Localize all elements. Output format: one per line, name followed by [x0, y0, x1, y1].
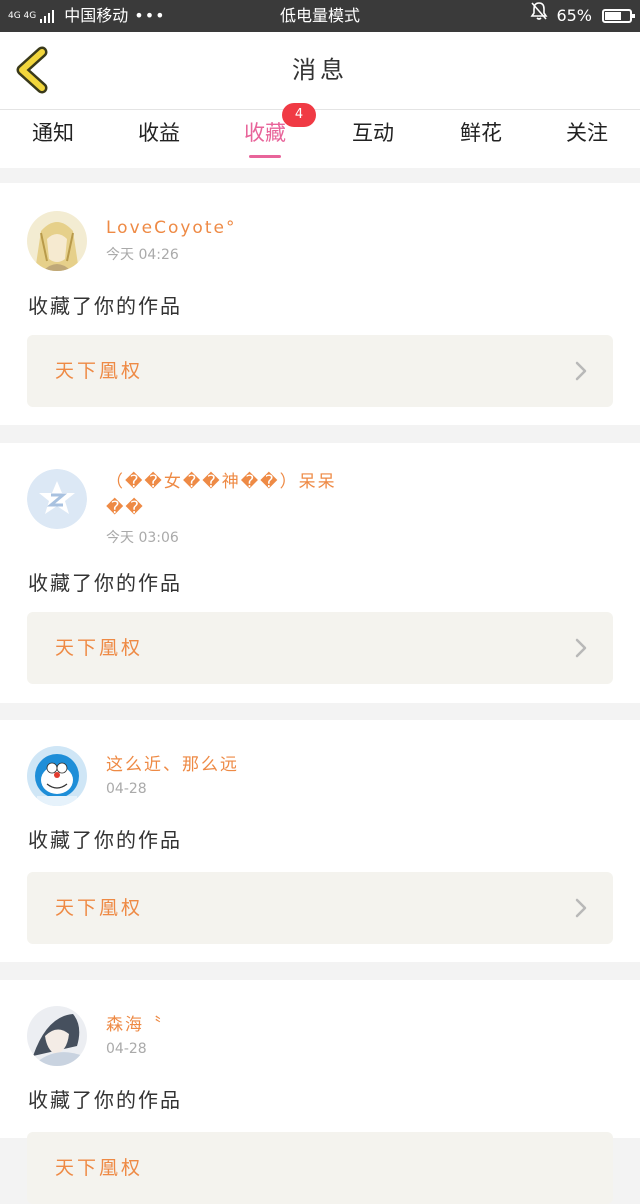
active-tab-indicator: [249, 155, 281, 158]
tab-label: 收藏: [244, 121, 286, 145]
message-time: 今天 03:06: [106, 530, 179, 546]
message-time: 04-28: [106, 1041, 147, 1057]
chevron-right-icon: [575, 361, 587, 381]
action-text: 收藏了你的作品: [28, 571, 182, 595]
battery-percent: 65%: [556, 6, 592, 25]
carrier-name: 中国移动: [64, 6, 129, 25]
anime-girl-avatar-icon: [27, 1006, 87, 1066]
chevron-right-icon: [575, 638, 587, 658]
action-text: 收藏了你的作品: [28, 828, 182, 852]
tab-earnings[interactable]: 收益: [106, 110, 212, 168]
signal-icon: [40, 9, 56, 23]
tab-label: 通知: [32, 121, 74, 145]
doraemon-avatar-icon: [27, 746, 87, 806]
work-link[interactable]: 天下凰权: [27, 335, 613, 407]
action-text: 收藏了你的作品: [28, 294, 182, 318]
tab-notice[interactable]: 通知: [0, 110, 106, 168]
avatar[interactable]: [27, 469, 87, 529]
work-title: 天下凰权: [55, 637, 144, 659]
user-name[interactable]: 森海〝: [106, 1012, 366, 1038]
status-bar: 4G 4G 中国移动 ••• 低电量模式 65%: [0, 0, 640, 32]
work-title: 天下凰权: [55, 360, 144, 382]
message-card: 森海〝 04-28 收藏了你的作品 天下凰权: [0, 980, 640, 1204]
tab-label: 收益: [138, 121, 180, 145]
tab-bar: 通知 收益 收藏 互动 鲜花 关注 4: [0, 103, 640, 168]
page-title: 消息: [292, 56, 348, 84]
message-card: 这么近、那么远 04-28 收藏了你的作品 天下凰权: [0, 720, 640, 962]
silent-bell-icon: [530, 0, 548, 32]
work-link[interactable]: 天下凰权: [27, 612, 613, 684]
unread-badge: 4: [282, 103, 316, 127]
battery-icon: [602, 9, 635, 23]
work-link[interactable]: 天下凰权: [27, 872, 613, 944]
message-time: 04-28: [106, 781, 147, 797]
avatar[interactable]: [27, 1006, 87, 1066]
work-title: 天下凰权: [55, 897, 144, 919]
user-name[interactable]: （��女��神��）呆呆��: [106, 469, 366, 521]
message-card: （��女��神��）呆呆�� 今天 03:06 收藏了你的作品 天下凰权: [0, 443, 640, 703]
message-card: LoveCoyote° 今天 04:26 收藏了你的作品 天下凰权: [0, 183, 640, 425]
tab-label: 互动: [352, 121, 394, 145]
user-name[interactable]: LoveCoyote°: [106, 215, 366, 241]
chevron-right-icon: [575, 898, 587, 918]
tab-flowers[interactable]: 鲜花: [428, 110, 534, 168]
tab-label: 鲜花: [460, 121, 502, 145]
work-link[interactable]: 天下凰权: [27, 1132, 613, 1204]
message-time: 今天 04:26: [106, 247, 179, 263]
avatar[interactable]: [27, 211, 87, 271]
anime-blonde-avatar-icon: [27, 211, 87, 271]
default-z-avatar-icon: [27, 469, 87, 529]
user-name[interactable]: 这么近、那么远: [106, 752, 366, 778]
nav-bar: 消息: [0, 32, 640, 110]
action-text: 收藏了你的作品: [28, 1088, 182, 1112]
tab-interaction[interactable]: 互动: [320, 110, 426, 168]
network-type: 4G 4G: [8, 11, 37, 21]
avatar[interactable]: [27, 746, 87, 806]
tab-label: 关注: [566, 121, 608, 145]
tab-follow[interactable]: 关注: [534, 110, 640, 168]
more-dots: •••: [134, 6, 166, 25]
work-title: 天下凰权: [55, 1157, 144, 1179]
